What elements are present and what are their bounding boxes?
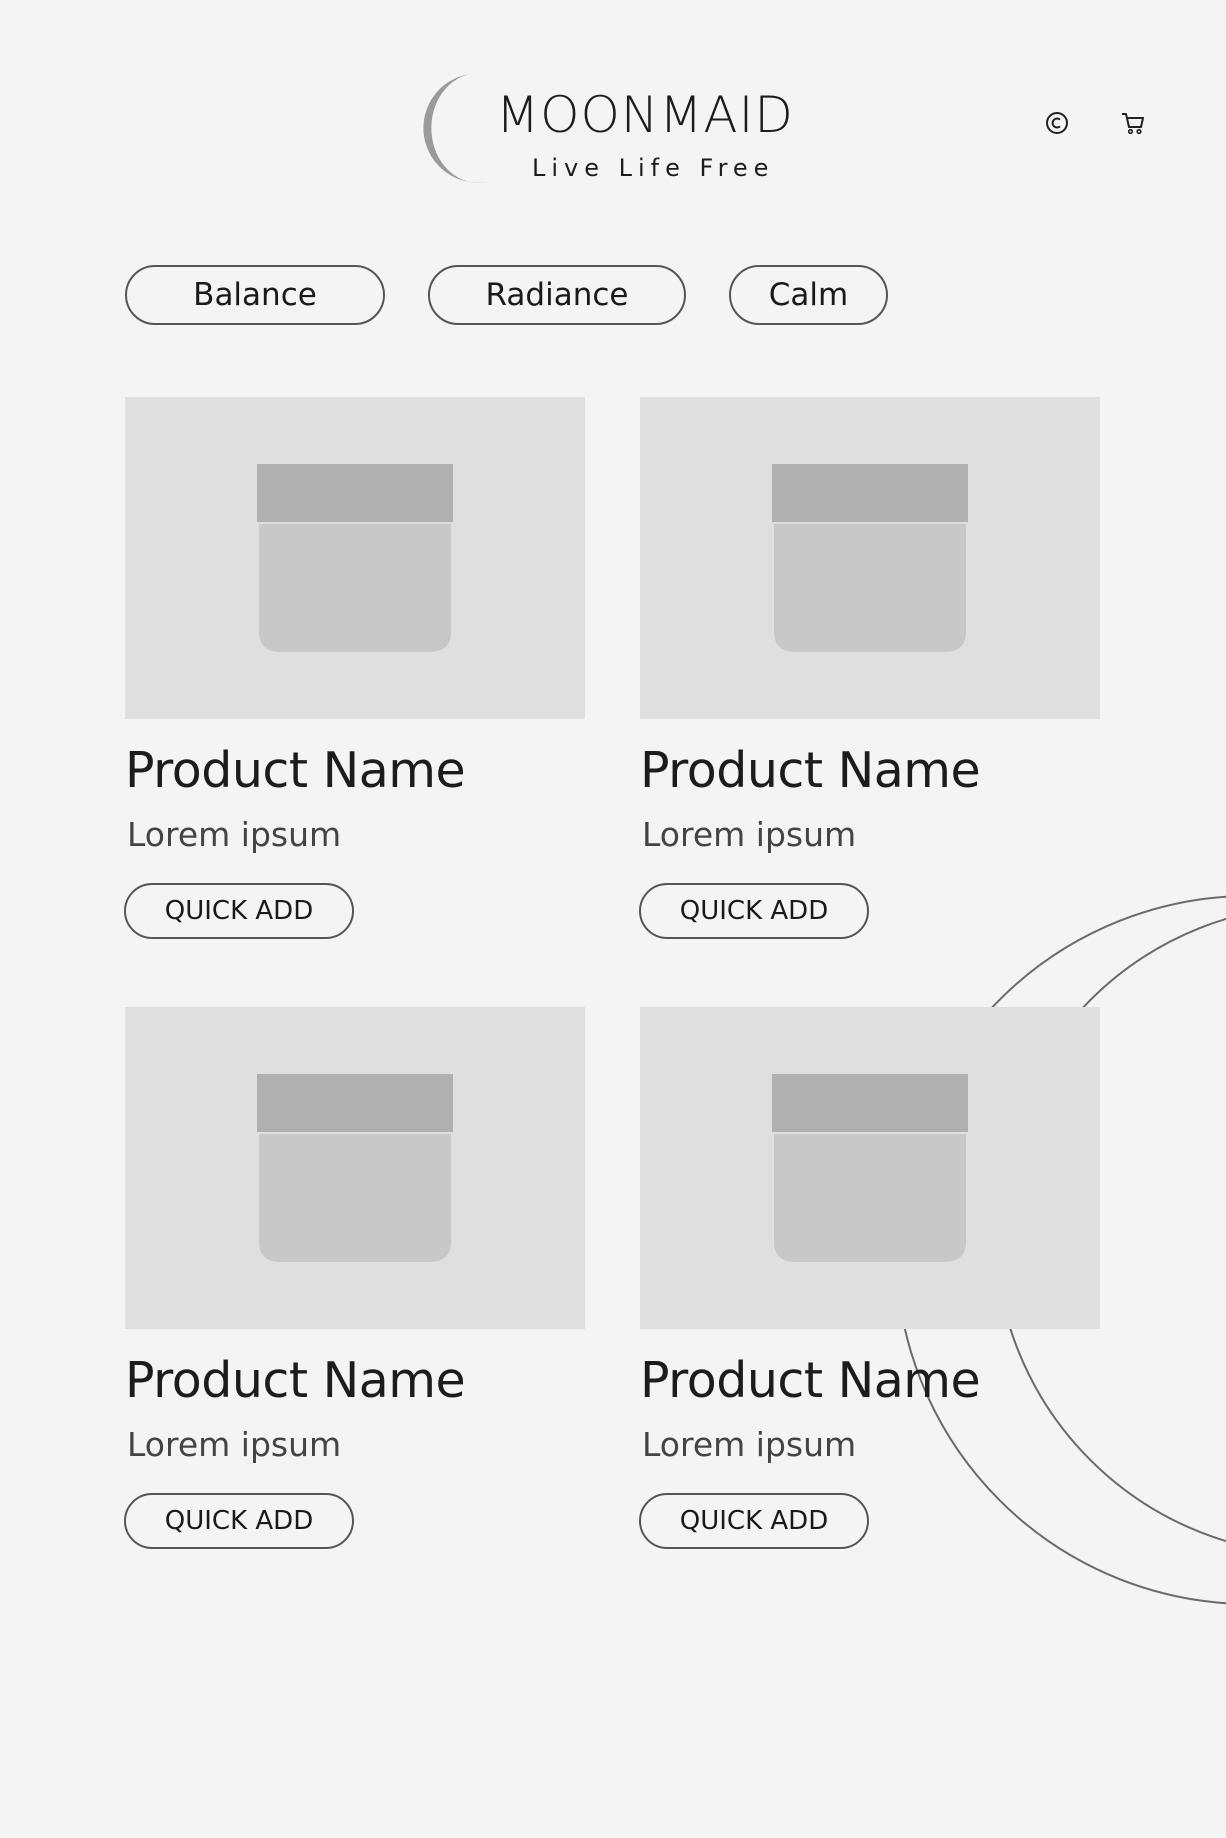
product-name[interactable]: Product Name xyxy=(125,742,466,799)
brand-logo[interactable]: MOONMAID Live Life Free xyxy=(410,72,830,187)
product-image[interactable] xyxy=(125,1007,585,1329)
product-name[interactable]: Product Name xyxy=(640,1352,981,1409)
product-description: Lorem ipsum xyxy=(127,1425,342,1464)
product-name[interactable]: Product Name xyxy=(125,1352,466,1409)
jar-image xyxy=(772,464,968,652)
cart-icon[interactable] xyxy=(1116,106,1150,140)
jar-image xyxy=(257,1074,453,1262)
product-card[interactable]: Product Name Lorem ipsum QUICK ADD xyxy=(639,1007,1100,1549)
quick-add-button[interactable]: QUICK ADD xyxy=(124,883,354,939)
product-image[interactable] xyxy=(640,397,1100,719)
product-description: Lorem ipsum xyxy=(642,815,857,854)
product-card[interactable]: Product Name Lorem ipsum QUICK ADD xyxy=(124,397,585,939)
jar-image xyxy=(257,464,453,652)
product-description: Lorem ipsum xyxy=(127,815,342,854)
product-description: Lorem ipsum xyxy=(642,1425,857,1464)
filter-radiance[interactable]: Radiance xyxy=(428,265,686,325)
product-image[interactable] xyxy=(640,1007,1100,1329)
quick-add-button[interactable]: QUICK ADD xyxy=(639,1493,869,1549)
jar-image xyxy=(772,1074,968,1262)
filter-calm[interactable]: Calm xyxy=(729,265,888,325)
account-icon[interactable] xyxy=(1040,106,1074,140)
product-card[interactable]: Product Name Lorem ipsum QUICK ADD xyxy=(124,1007,585,1549)
quick-add-button[interactable]: QUICK ADD xyxy=(124,1493,354,1549)
filter-balance[interactable]: Balance xyxy=(125,265,385,325)
crescent-moon-icon xyxy=(423,74,486,183)
product-image[interactable] xyxy=(125,397,585,719)
product-card[interactable]: Product Name Lorem ipsum QUICK ADD xyxy=(639,397,1100,939)
brand-name: MOONMAID xyxy=(496,86,794,144)
product-name[interactable]: Product Name xyxy=(640,742,981,799)
brand-tagline: Live Life Free xyxy=(532,154,775,182)
quick-add-button[interactable]: QUICK ADD xyxy=(639,883,869,939)
